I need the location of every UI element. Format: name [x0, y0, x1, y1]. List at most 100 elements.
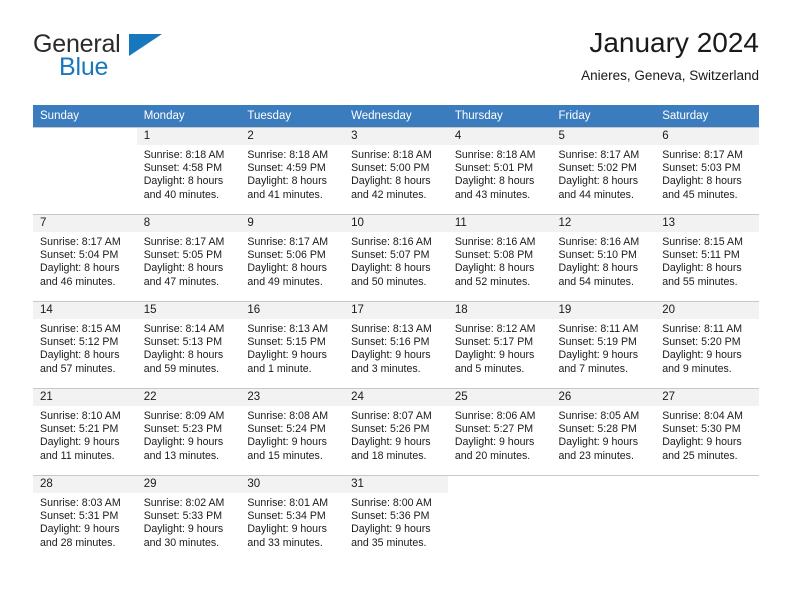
calendar-day-cell[interactable]: 22 Sunrise: 8:09 AM Sunset: 5:23 PM Dayligh…: [136, 388, 241, 475]
calendar-day-cell[interactable]: 28 Sunrise: 8:03 AM Sunset: 5:31 PM Dayligh…: [33, 475, 137, 558]
title-block: January 2024 Anieres, Geneva, Switzerlan…: [581, 26, 759, 86]
page-title: January 2024: [589, 27, 759, 58]
day-detail-line: Sunrise: 8:12 AM: [454, 323, 536, 335]
day-detail-line: Sunset: 5:26 PM: [351, 423, 430, 436]
day-detail-line: Daylight: 8 hours: [247, 262, 327, 275]
day-detail-line: Daylight: 9 hours: [351, 349, 431, 362]
day-number: 29: [136, 476, 241, 493]
day-detail-line: and 43 minutes.: [454, 188, 531, 201]
calendar-day-cell[interactable]: 12 Sunrise: 8:16 AM Sunset: 5:10 PM Dayligh…: [551, 214, 656, 301]
calendar-day-cell[interactable]: 15 Sunrise: 8:14 AM Sunset: 5:13 PM Dayligh…: [136, 301, 241, 388]
day-details: Sunrise: 8:17 AM Sunset: 5:04 PM Daylight:…: [33, 232, 137, 289]
calendar-day-cell[interactable]: 13 Sunrise: 8:15 AM Sunset: 5:11 PM Dayligh…: [655, 214, 759, 301]
calendar-day-cell[interactable]: 17 Sunrise: 8:13 AM Sunset: 5:16 PM Dayligh…: [344, 301, 448, 388]
day-details: Sunrise: 8:09 AM Sunset: 5:23 PM Daylight:…: [137, 406, 241, 463]
calendar-day-cell[interactable]: 9 Sunrise: 8:17 AM Sunset: 5:06 PM Daylight…: [240, 214, 345, 301]
day-number: 9: [240, 215, 345, 232]
weekday-header-tuesday: Tuesday: [240, 105, 345, 127]
day-detail-line: Sunset: 5:10 PM: [558, 249, 637, 262]
calendar-day-cell[interactable]: 20 Sunrise: 8:11 AM Sunset: 5:20 PM Dayligh…: [655, 301, 759, 388]
day-detail-line: and 46 minutes.: [40, 275, 116, 288]
day-detail-line: and 59 minutes.: [143, 362, 220, 375]
day-detail-line: and 54 minutes.: [558, 275, 634, 288]
page-header: General Blue January 2024 Anieres, Genev…: [33, 26, 759, 96]
calendar-day-cell[interactable]: 25 Sunrise: 8:06 AM Sunset: 5:27 PM Dayligh…: [447, 388, 552, 475]
calendar-day-cell[interactable]: 7 Sunrise: 8:17 AM Sunset: 5:04 PM Daylight…: [33, 214, 137, 301]
calendar-day-cell[interactable]: 26 Sunrise: 8:05 AM Sunset: 5:28 PM Dayligh…: [551, 388, 656, 475]
calendar-day-cell[interactable]: 6 Sunrise: 8:17 AM Sunset: 5:03 PM Daylight…: [655, 127, 759, 214]
calendar-day-cell[interactable]: 8 Sunrise: 8:17 AM Sunset: 5:05 PM Daylight…: [136, 214, 241, 301]
day-detail-line: Sunrise: 8:15 AM: [662, 236, 743, 248]
day-detail-line: Daylight: 9 hours: [247, 523, 327, 536]
day-details: Sunrise: 8:02 AM Sunset: 5:33 PM Daylight:…: [137, 493, 241, 550]
calendar-day-cell[interactable]: 14 Sunrise: 8:15 AM Sunset: 5:12 PM Dayligh…: [33, 301, 137, 388]
day-detail-line: Sunset: 5:31 PM: [40, 510, 119, 523]
day-detail-line: Sunset: 5:05 PM: [143, 249, 223, 262]
day-detail-line: Sunset: 5:21 PM: [40, 423, 119, 436]
day-details: Sunrise: 8:15 AM Sunset: 5:11 PM Daylight:…: [655, 232, 759, 289]
day-detail-line: Sunrise: 8:15 AM: [40, 323, 121, 335]
calendar-day-cell[interactable]: 19 Sunrise: 8:11 AM Sunset: 5:19 PM Dayligh…: [551, 301, 656, 388]
calendar-day-cell[interactable]: 27 Sunrise: 8:04 AM Sunset: 5:30 PM Dayligh…: [655, 388, 759, 475]
day-detail-line: Sunset: 5:20 PM: [662, 336, 741, 349]
calendar-day-cell[interactable]: 2 Sunrise: 8:18 AM Sunset: 4:59 PM Daylight…: [240, 127, 345, 214]
day-detail-line: Sunrise: 8:00 AM: [351, 497, 432, 509]
day-detail-line: Daylight: 8 hours: [351, 175, 431, 188]
day-detail-line: Daylight: 9 hours: [247, 349, 327, 362]
calendar-day-cell[interactable]: 24 Sunrise: 8:07 AM Sunset: 5:26 PM Dayligh…: [344, 388, 448, 475]
day-detail-line: Sunrise: 8:04 AM: [662, 410, 743, 422]
day-detail-line: Daylight: 9 hours: [40, 436, 120, 449]
day-detail-line: and 23 minutes.: [558, 449, 634, 462]
day-detail-line: and 44 minutes.: [558, 188, 634, 201]
day-number: 26: [551, 389, 656, 406]
calendar-day-cell[interactable]: 31 Sunrise: 8:00 AM Sunset: 5:36 PM Dayligh…: [344, 475, 448, 558]
day-number: [33, 128, 137, 145]
calendar-day-cell[interactable]: 23 Sunrise: 8:08 AM Sunset: 5:24 PM Dayligh…: [240, 388, 345, 475]
day-number: 19: [551, 302, 656, 319]
weekday-header-saturday: Saturday: [655, 105, 759, 127]
calendar-day-cell[interactable]: 21 Sunrise: 8:10 AM Sunset: 5:21 PM Dayligh…: [33, 388, 137, 475]
day-details: Sunrise: 8:00 AM Sunset: 5:36 PM Daylight:…: [344, 493, 448, 550]
day-number: 28: [33, 476, 137, 493]
day-number: 27: [655, 389, 759, 406]
day-detail-line: and 35 minutes.: [351, 536, 427, 549]
day-detail-line: Sunrise: 8:17 AM: [662, 149, 743, 161]
day-number: 8: [136, 215, 241, 232]
day-detail-line: Daylight: 8 hours: [454, 175, 535, 188]
day-detail-line: Sunset: 5:02 PM: [558, 162, 637, 175]
calendar-day-cell[interactable]: 30 Sunrise: 8:01 AM Sunset: 5:34 PM Dayligh…: [240, 475, 345, 558]
day-detail-line: Daylight: 8 hours: [662, 262, 742, 275]
day-detail-line: and 9 minutes.: [662, 362, 732, 375]
day-detail-line: Sunset: 5:04 PM: [40, 249, 119, 262]
day-details: Sunrise: 8:05 AM Sunset: 5:28 PM Daylight:…: [552, 406, 656, 463]
day-detail-line: Sunrise: 8:10 AM: [40, 410, 121, 422]
day-detail-line: and 55 minutes.: [662, 275, 738, 288]
day-detail-line: Daylight: 9 hours: [662, 349, 742, 362]
day-details: Sunrise: 8:17 AM Sunset: 5:03 PM Daylight:…: [655, 145, 759, 202]
calendar-day-cell[interactable]: 10 Sunrise: 8:16 AM Sunset: 5:07 PM Dayligh…: [344, 214, 448, 301]
calendar-day-cell[interactable]: 18 Sunrise: 8:12 AM Sunset: 5:17 PM Dayligh…: [447, 301, 552, 388]
day-number: 3: [344, 128, 448, 145]
calendar-day-cell[interactable]: 16 Sunrise: 8:13 AM Sunset: 5:15 PM Dayligh…: [240, 301, 345, 388]
day-detail-line: Sunrise: 8:18 AM: [351, 149, 432, 161]
day-detail-line: Sunrise: 8:13 AM: [351, 323, 432, 335]
day-detail-line: Daylight: 9 hours: [351, 436, 431, 449]
calendar-day-cell[interactable]: 29 Sunrise: 8:02 AM Sunset: 5:33 PM Dayligh…: [136, 475, 241, 558]
calendar-day-cell[interactable]: 1 Sunrise: 8:18 AM Sunset: 4:58 PM Daylight…: [136, 127, 241, 214]
day-detail-line: Sunset: 5:24 PM: [247, 423, 326, 436]
calendar-day-cell[interactable]: 11 Sunrise: 8:16 AM Sunset: 5:08 PM Dayligh…: [447, 214, 552, 301]
weekday-header-thursday: Thursday: [447, 105, 552, 127]
day-detail-line: Daylight: 8 hours: [143, 349, 224, 362]
calendar-day-cell[interactable]: 5 Sunrise: 8:17 AM Sunset: 5:02 PM Daylight…: [551, 127, 656, 214]
day-detail-line: Sunrise: 8:16 AM: [558, 236, 640, 248]
calendar-day-cell[interactable]: 4 Sunrise: 8:18 AM Sunset: 5:01 PM Daylight…: [447, 127, 552, 214]
day-number: 30: [240, 476, 345, 493]
day-detail-line: Sunrise: 8:05 AM: [558, 410, 640, 422]
calendar-day-cell[interactable]: 3 Sunrise: 8:18 AM Sunset: 5:00 PM Daylight…: [344, 127, 448, 214]
day-detail-line: Daylight: 8 hours: [454, 262, 535, 275]
day-details: Sunrise: 8:03 AM Sunset: 5:31 PM Daylight:…: [33, 493, 137, 550]
day-number: 21: [33, 389, 137, 406]
calendar-empty-cell: [33, 127, 137, 214]
day-number: 31: [344, 476, 448, 493]
day-detail-line: and 47 minutes.: [143, 275, 220, 288]
